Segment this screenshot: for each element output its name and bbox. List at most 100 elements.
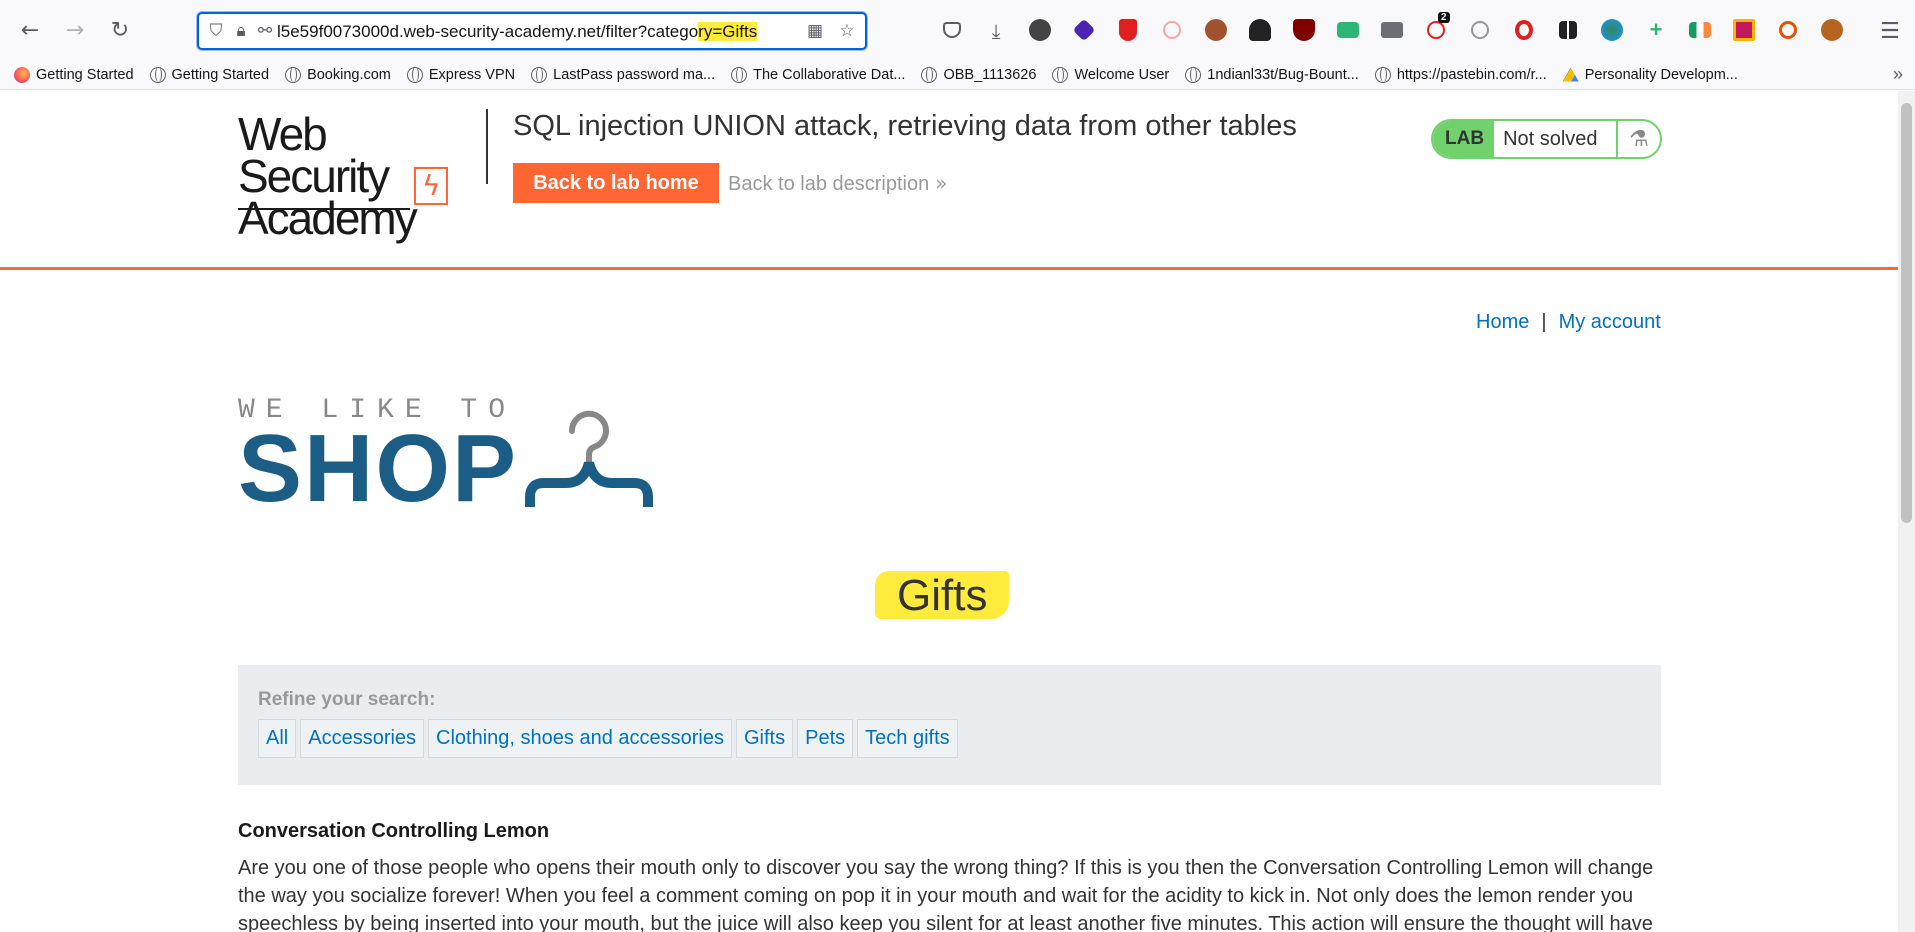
double-chevron-right-icon: » (935, 171, 948, 195)
bookmark-item[interactable]: 1ndianl33t/Bug-Bount... (1185, 66, 1359, 83)
back-to-lab-home-button[interactable]: Back to lab home (513, 163, 719, 203)
bookmark-label: Getting Started (171, 66, 270, 83)
bookmark-label: Personality Developm... (1584, 66, 1738, 83)
address-bar[interactable]: ⛉ 🔒︎ ⚯ l5e59f0073000d.web-security-acade… (197, 12, 867, 50)
globe-icon (531, 66, 548, 83)
logo-underline (238, 208, 410, 210)
globe-icon (1052, 66, 1069, 83)
top-navigation: Home | My account (1476, 311, 1661, 334)
bookmark-label: Booking.com (307, 66, 391, 83)
extension-puzzle-icon[interactable] (1370, 16, 1414, 44)
bookmark-star-icon[interactable]: ☆ (837, 21, 857, 41)
lab-status-text: Not solved (1503, 127, 1598, 150)
cookie-icon[interactable] (1194, 16, 1238, 44)
logo-line-1: Web Security (238, 108, 390, 202)
extension-link-icon[interactable] (1150, 16, 1194, 44)
extension-opera-icon[interactable] (1502, 16, 1546, 44)
globe-icon (406, 66, 423, 83)
back-to-lab-description-label: Back to lab description (728, 173, 930, 195)
globe-icon (921, 66, 938, 83)
category-heading: Gifts (875, 571, 1010, 620)
url-text[interactable]: l5e59f0073000d.web-security-academy.net/… (277, 22, 758, 42)
extensions-row: ⤓ 2 + (930, 12, 1854, 44)
scrollbar-thumb[interactable] (1901, 103, 1912, 523)
qr-code-icon[interactable]: ▦ (805, 21, 825, 41)
url-highlight: ry=Gifts (698, 22, 758, 41)
downloads-icon[interactable]: ⤓ (974, 16, 1018, 44)
extension-plus-icon[interactable]: + (1634, 16, 1678, 44)
logo-line-2: Academy (238, 192, 418, 244)
bookmark-item[interactable]: Getting Started (149, 66, 270, 83)
extension-purple-icon[interactable] (1062, 16, 1106, 44)
forward-arrow-icon[interactable]: → (59, 14, 91, 46)
bookmark-item[interactable]: LastPass password ma... (531, 66, 716, 83)
bookmark-label: https://pastebin.com/r... (1396, 66, 1547, 83)
hamburger-menu-icon[interactable]: ☰ (1880, 18, 1900, 44)
bookmark-label: 1ndianl33t/Bug-Bount... (1207, 66, 1359, 83)
category-filters: All Accessories Clothing, shoes and access… (258, 719, 1641, 758)
shop-logo: WE LIKE TO SHOP (238, 395, 518, 517)
category-filter-link[interactable]: Clothing, shoes and accessories (428, 719, 732, 758)
bookmark-label: Getting Started (36, 66, 134, 83)
pocket-icon[interactable] (930, 16, 974, 44)
product-description: Are you one of those people who opens th… (238, 857, 1654, 932)
lab-status-widget: LAB Not solved ⚗ (1431, 119, 1662, 159)
category-filter-link[interactable]: All (258, 719, 297, 758)
category-filter-link[interactable]: Tech gifts (857, 719, 958, 758)
extension-spy-icon[interactable] (1238, 16, 1282, 44)
bookmark-item[interactable]: Getting Started (14, 66, 134, 83)
bookmark-item[interactable]: Welcome User (1052, 66, 1170, 83)
bookmark-label: The Collaborative Dat... (753, 66, 906, 83)
bookmark-label: Express VPN (428, 66, 516, 83)
page-scrollbar[interactable] (1898, 91, 1915, 932)
extension-block-icon[interactable] (1766, 16, 1810, 44)
bookmark-item[interactable]: https://pastebin.com/r... (1374, 66, 1547, 83)
web-page: Web Security Academy SQL injection UNION… (0, 91, 1898, 932)
category-filter-link[interactable]: Pets (797, 719, 854, 758)
bookmark-label: LastPass password ma... (553, 66, 716, 83)
bookmark-item[interactable]: OBB_1113626 (921, 66, 1037, 83)
product-title: Conversation Controlling Lemon (238, 820, 550, 842)
lock-icon[interactable]: 🔒︎ (231, 21, 251, 41)
back-to-lab-description-link[interactable]: Back to lab description» (728, 171, 947, 196)
profile-avatar-icon[interactable] (1810, 16, 1854, 44)
bookmark-item[interactable]: The Collaborative Dat... (731, 66, 906, 83)
bookmark-item[interactable]: Express VPN (406, 66, 516, 83)
flask-icon: ⚗ (1616, 121, 1660, 157)
extension-ip-icon[interactable] (1458, 16, 1502, 44)
tracking-protection-shield-icon[interactable]: ⛉ (206, 21, 226, 41)
extension-globe-icon[interactable] (1590, 16, 1634, 44)
ublock-u-icon[interactable] (1018, 16, 1062, 44)
my-account-link[interactable]: My account (1559, 311, 1661, 333)
reload-icon[interactable]: ↻ (104, 14, 136, 46)
back-arrow-icon[interactable]: ← (14, 14, 46, 46)
extension-badge-count: 2 (1438, 12, 1450, 23)
site-permissions-icon[interactable]: ⚯ (255, 21, 275, 41)
bookmarks-overflow-chevron-icon[interactable]: » (1893, 64, 1903, 85)
bookmark-item[interactable]: Personality Developm... (1562, 66, 1738, 83)
logo-lightning-icon (414, 167, 448, 205)
web-security-academy-logo[interactable]: Web Security Academy (238, 108, 448, 244)
bookmark-label: OBB_1113626 (943, 66, 1037, 83)
ublock-origin-icon[interactable] (1282, 16, 1326, 44)
extension-red-shield-icon[interactable] (1106, 16, 1150, 44)
browser-toolbar: ← → ↻ ⛉ 🔒︎ ⚯ l5e59f0073000d.web-security… (0, 0, 1915, 60)
home-link[interactable]: Home (1476, 311, 1529, 333)
extension-mail-icon[interactable] (1326, 16, 1370, 44)
extension-badge-icon[interactable]: 2 (1414, 12, 1458, 44)
lab-title: SQL injection UNION attack, retrieving d… (513, 110, 1297, 142)
extension-n-icon[interactable] (1722, 16, 1766, 44)
bookmark-label: Welcome User (1074, 66, 1170, 83)
google-drive-icon (1562, 67, 1579, 82)
bookmark-item[interactable]: Booking.com (285, 66, 391, 83)
extension-flag-icon[interactable] (1678, 16, 1722, 44)
category-filter-link[interactable]: Accessories (300, 719, 425, 758)
globe-icon (1374, 66, 1391, 83)
refine-search-panel: Refine your search: All Accessories Clothi… (238, 665, 1661, 785)
extension-grid-icon[interactable] (1546, 16, 1590, 44)
category-filter-link[interactable]: Gifts (736, 719, 794, 758)
academy-lab-header: Web Security Academy SQL injection UNION… (0, 91, 1898, 270)
globe-icon (731, 66, 748, 83)
globe-icon (285, 66, 302, 83)
bookmarks-toolbar: Getting Started Getting Started Booking.co… (0, 60, 1915, 90)
